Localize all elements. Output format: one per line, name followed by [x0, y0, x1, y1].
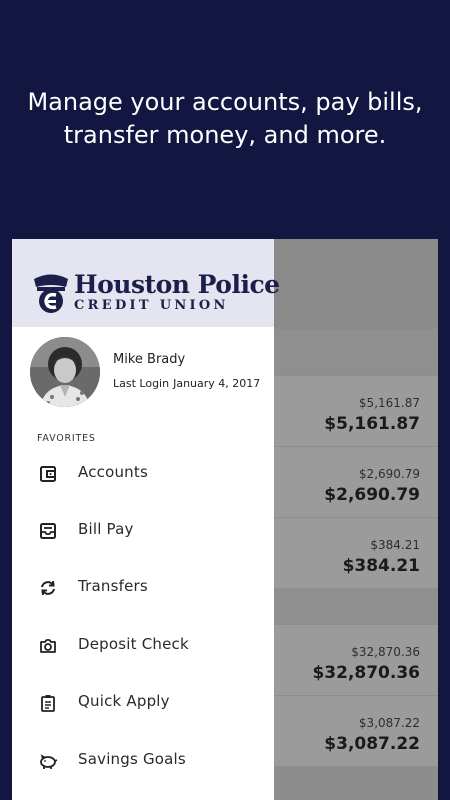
promo-headline: Manage your accounts, pay bills, transfe…: [0, 86, 450, 152]
menu-item-quick-apply[interactable]: Quick Apply: [12, 677, 274, 729]
last-login: Last Login January 4, 2017: [113, 377, 260, 390]
account-current-balance: $5,161.87: [324, 414, 420, 434]
account-available-balance: $2,690.79: [358, 467, 420, 481]
clipboard-icon: [41, 695, 55, 712]
promo-headline-line1: Manage your accounts, pay bills,: [27, 88, 423, 116]
user-profile: Mike Brady Last Login January 4, 2017: [12, 327, 274, 413]
account-current-balance: $3,087.22: [324, 734, 420, 754]
transfer-arrows-icon: [41, 580, 55, 596]
piggy-bank-icon: [40, 754, 58, 769]
account-current-balance: $32,870.36: [312, 663, 420, 683]
phone-screen: $5,161.87 $5,161.87 $2,690.79 $2,690.79 …: [12, 239, 438, 800]
drawer-header: Houston Police CREDIT UNION: [12, 239, 280, 327]
logo-name: Houston Police: [74, 270, 280, 299]
bill-icon: [40, 523, 56, 539]
wallet-icon: [40, 466, 56, 482]
avatar: [30, 337, 100, 407]
last-login-date: January 4, 2017: [173, 377, 261, 390]
account-current-balance: $384.21: [342, 556, 420, 576]
account-current-balance: $2,690.79: [324, 485, 420, 505]
menu-item-savings-goals[interactable]: Savings Goals: [12, 735, 274, 787]
promo-headline-line2: transfer money, and more.: [63, 121, 387, 149]
police-badge-icon: [34, 274, 68, 313]
hpcu-logo: Houston Police CREDIT UNION: [32, 270, 280, 316]
menu-item-accounts[interactable]: Accounts: [12, 448, 274, 500]
menu-item-bill-pay[interactable]: Bill Pay: [12, 505, 274, 557]
favorites-section-label: FAVORITES: [37, 433, 96, 444]
menu-item-label: Accounts: [78, 463, 148, 481]
menu-item-deposit-check[interactable]: Deposit Check: [12, 620, 274, 672]
navigation-drawer: Houston Police CREDIT UNION Mike Brady L…: [12, 239, 280, 800]
menu-item-label: Savings Goals: [78, 750, 186, 768]
account-available-balance: $384.21: [370, 538, 420, 552]
account-available-balance: $32,870.36: [351, 645, 420, 659]
account-available-balance: $5,161.87: [358, 396, 420, 410]
menu-item-label: Deposit Check: [78, 635, 189, 653]
logo-subtitle: CREDIT UNION: [74, 298, 229, 313]
menu-item-label: Quick Apply: [78, 692, 170, 710]
user-name: Mike Brady: [113, 352, 186, 367]
account-available-balance: $3,087.22: [358, 716, 420, 730]
menu-item-label: Transfers: [78, 577, 148, 595]
menu-item-transfers[interactable]: Transfers: [12, 562, 274, 614]
camera-icon: [40, 639, 56, 653]
last-login-label: Last Login: [113, 377, 170, 390]
menu-item-label: Bill Pay: [78, 520, 134, 538]
